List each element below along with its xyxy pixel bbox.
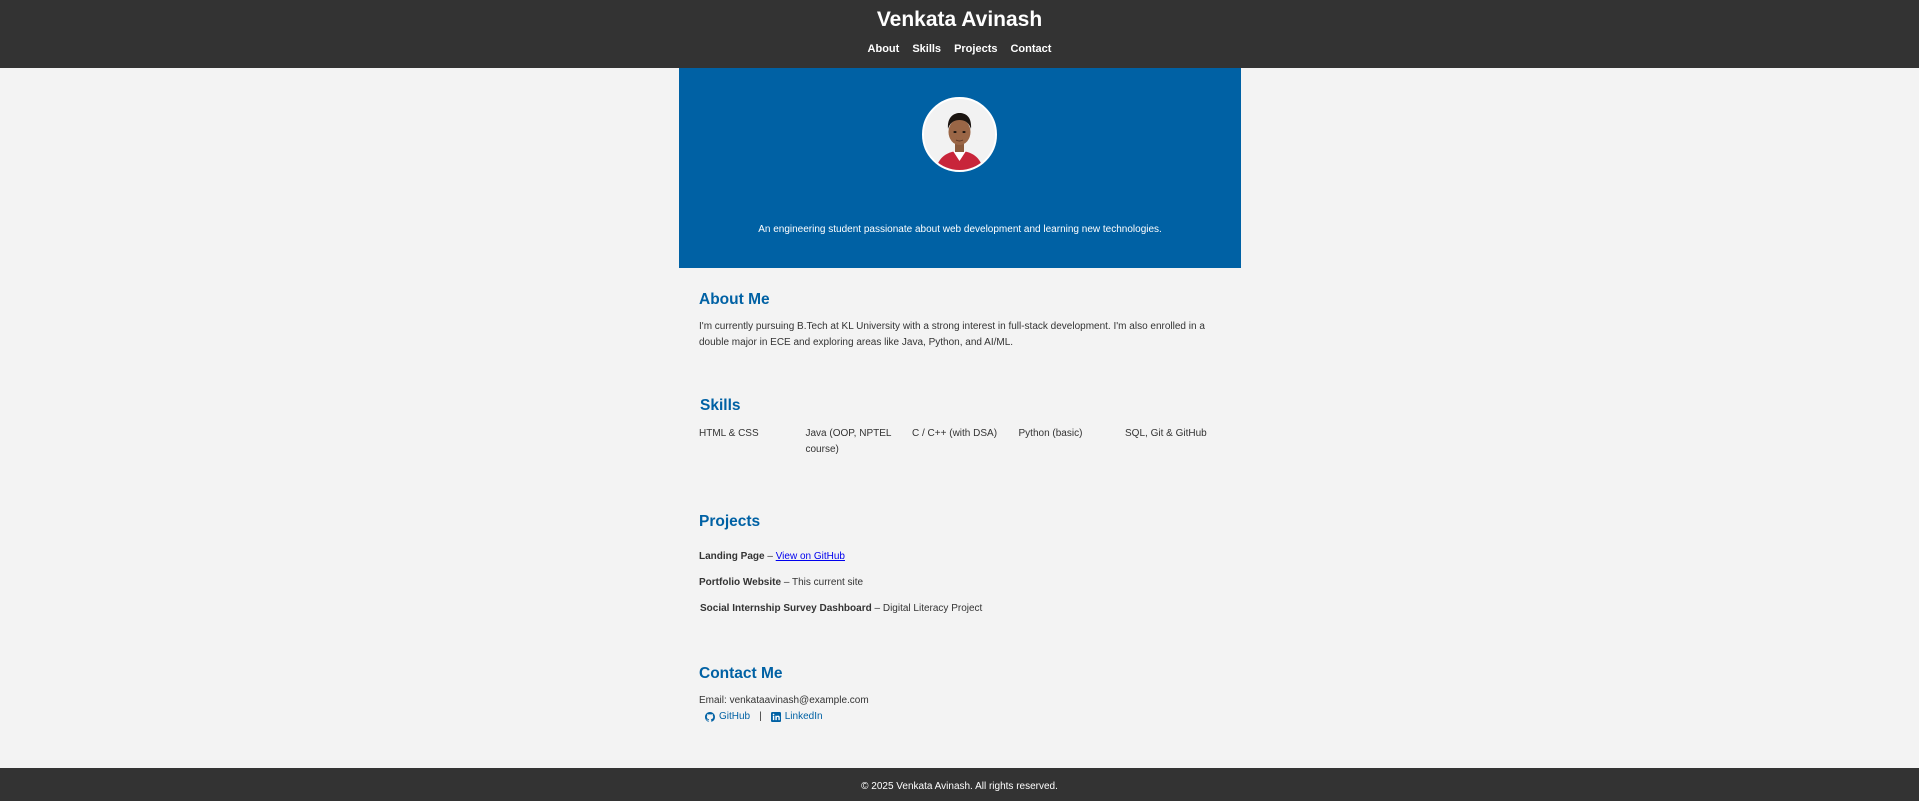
- link-divider: |: [759, 711, 762, 722]
- skill-item: Python (basic): [1018, 428, 1083, 439]
- copyright-text: © 2025 Venkata Avinash. All rights reser…: [861, 781, 1058, 792]
- skills-grid: HTML & CSS Java (OOP, NPTEL course) C / …: [699, 426, 1232, 458]
- hero-tagline: An engineering student passionate about …: [758, 224, 1162, 235]
- site-header: Venkata Avinash About Skills Projects Co…: [0, 0, 1919, 68]
- skill-item: Java (OOP, NPTEL course): [805, 428, 892, 455]
- project-name: Landing Page: [699, 551, 765, 562]
- project-separator: –: [764, 551, 776, 562]
- email-label: Email:: [699, 695, 730, 706]
- nav-contact-link[interactable]: Contact: [1010, 42, 1051, 56]
- github-link[interactable]: GitHub: [705, 710, 750, 723]
- contact-heading: Contact Me: [699, 665, 783, 682]
- about-text: I'm currently pursuing B.Tech at KL Univ…: [699, 321, 1205, 348]
- project-name: Social Internship Survey Dashboard: [700, 603, 872, 614]
- project-description: Digital Literacy Project: [882, 603, 983, 614]
- skill-item: SQL, Git & GitHub: [1125, 428, 1207, 439]
- linkedin-link[interactable]: LinkedIn: [770, 710, 823, 723]
- skill-item: HTML & CSS: [699, 428, 759, 439]
- nav-projects-link[interactable]: Projects: [954, 42, 997, 56]
- about-section: About Me I'm currently pursuing B.Tech a…: [699, 290, 1221, 370]
- nav-about-link[interactable]: About: [868, 42, 900, 56]
- skill-item: C / C++ (with DSA): [912, 428, 998, 439]
- main-nav: About Skills Projects Contact: [0, 42, 1919, 56]
- project-item: Landing Page – View on GitHub: [699, 550, 845, 563]
- project-item: Portfolio Website – This current site: [699, 576, 863, 589]
- about-heading: About Me: [699, 291, 770, 308]
- email-address: venkataavinash@example.com: [729, 695, 869, 706]
- social-links: GitHub | LinkedIn: [705, 710, 823, 723]
- project-separator: –: [871, 603, 883, 614]
- skills-heading: Skills: [700, 397, 741, 414]
- nav-skills-link[interactable]: Skills: [912, 42, 941, 56]
- linkedin-link-label: LinkedIn: [784, 711, 823, 722]
- view-on-github-link[interactable]: View on GitHub: [776, 551, 845, 562]
- skills-section: Skills HTML & CSS Java (OOP, NPTEL cours…: [699, 396, 1221, 476]
- project-description: This current site: [791, 577, 864, 588]
- project-separator: –: [781, 577, 792, 588]
- contact-section: Contact Me Email: venkataavinash@example…: [699, 664, 1221, 744]
- project-item: Social Internship Survey Dashboard – Dig…: [700, 602, 982, 615]
- site-title: Venkata Avinash: [876, 8, 1043, 31]
- github-icon: [705, 711, 715, 722]
- project-name: Portfolio Website: [699, 577, 782, 588]
- github-link-label: GitHub: [719, 711, 751, 722]
- hero-banner: An engineering student passionate about …: [679, 68, 1241, 268]
- linkedin-icon: [770, 711, 781, 722]
- site-footer: © 2025 Venkata Avinash. All rights reser…: [0, 768, 1919, 801]
- projects-section: Projects Landing Page – View on GitHub P…: [699, 512, 1221, 615]
- profile-photo-illustration: [924, 99, 995, 170]
- contact-email-line: Email: venkataavinash@example.com: [699, 694, 869, 707]
- projects-heading: Projects: [699, 513, 761, 530]
- profile-photo: [922, 97, 997, 172]
